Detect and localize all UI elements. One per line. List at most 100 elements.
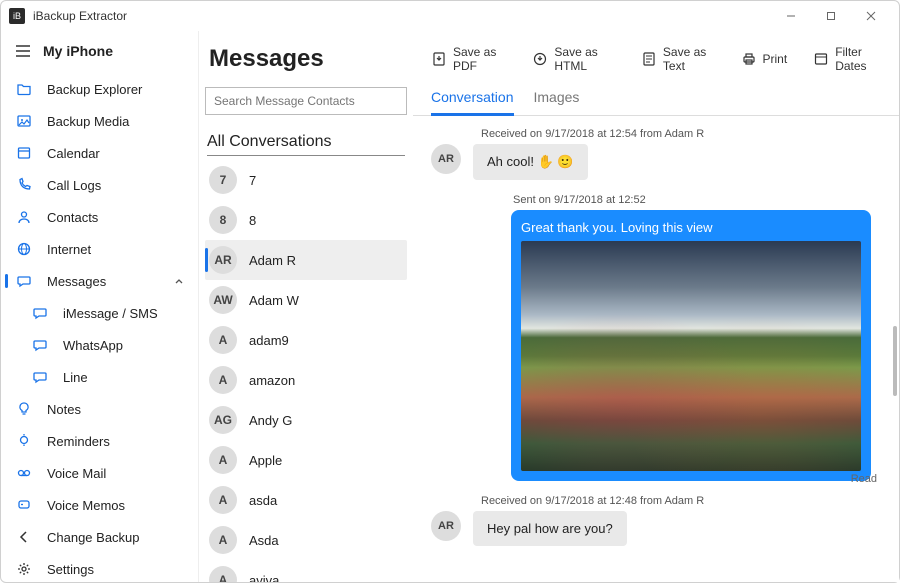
message-meta: Sent on 9/17/2018 at 12:52 [513, 194, 881, 206]
tab-conversation[interactable]: Conversation [431, 89, 514, 116]
sidebar-item-label: Backup Media [47, 114, 129, 129]
message-bubble-received: Ah cool! ✋ 🙂 [473, 144, 588, 180]
avatar: AG [209, 406, 237, 434]
message-image[interactable] [521, 241, 861, 471]
calendar-icon [813, 51, 829, 67]
voicemail-icon [15, 465, 33, 481]
save-text-button[interactable]: Save as Text [635, 41, 721, 77]
save-html-button[interactable]: Save as HTML [526, 41, 620, 77]
app-icon: iB [9, 8, 25, 24]
conversation-name: Adam W [249, 293, 299, 308]
sidebar-subitem-whatsapp[interactable]: WhatsApp [1, 329, 198, 361]
sidebar-item-label: Reminders [47, 434, 110, 449]
conversation-name: 7 [249, 173, 256, 188]
conversation-item[interactable]: ARAdam R [205, 240, 407, 280]
conversation-name: Apple [249, 453, 282, 468]
conversation-item[interactable]: AW Adam W [205, 280, 407, 320]
sidebar-item-calendar[interactable]: Calendar [1, 137, 198, 169]
chat-icon [31, 369, 49, 385]
sidebar-item-messages[interactable]: Messages [1, 265, 198, 297]
conversation-name: adam9 [249, 333, 289, 348]
avatar: AR [431, 144, 461, 174]
conversation-item[interactable]: Aadam9 [205, 320, 407, 360]
conversation-name: Andy G [249, 413, 292, 428]
avatar: A [209, 366, 237, 394]
conversation-item[interactable]: A Asda [205, 520, 407, 560]
sidebar-item-label: Backup Explorer [47, 82, 142, 97]
conversation-item[interactable]: AG Andy G [205, 400, 407, 440]
tab-images[interactable]: Images [534, 89, 580, 115]
sidebar-item-label: Calendar [47, 146, 100, 161]
message-bubble-sent: Great thank you. Loving this view [511, 210, 871, 481]
sidebar-item-backup-media[interactable]: Backup Media [1, 105, 198, 137]
avatar: AR [431, 511, 461, 541]
avatar: A [209, 326, 237, 354]
sidebar-item-contacts[interactable]: Contacts [1, 201, 198, 233]
sidebar: My iPhone Backup Explorer Backup Media Cal… [1, 31, 199, 582]
read-status: Read [431, 473, 877, 485]
gear-icon [15, 561, 33, 577]
conversation-name: 8 [249, 213, 256, 228]
print-button[interactable]: Print [735, 41, 794, 77]
minimize-button[interactable] [771, 2, 811, 30]
message-meta: Received on 9/17/2018 at 12:54 from Adam… [481, 128, 881, 140]
html-icon [532, 51, 548, 67]
conversation-item[interactable]: 88 [205, 200, 407, 240]
text-icon [641, 51, 657, 67]
sidebar-item-settings[interactable]: Settings [1, 553, 198, 582]
conversations-header: All Conversations [207, 133, 405, 156]
avatar: A [209, 526, 237, 554]
sidebar-item-call-logs[interactable]: Call Logs [1, 169, 198, 201]
conversation-item[interactable]: A Apple [205, 440, 407, 480]
sidebar-item-voice-memos[interactable]: Voice Memos [1, 489, 198, 521]
sidebar-item-label: Notes [47, 402, 81, 417]
sidebar-item-label: WhatsApp [63, 338, 123, 353]
person-icon [15, 209, 33, 225]
sidebar-subitem-line[interactable]: Line [1, 361, 198, 393]
back-icon [15, 529, 33, 545]
tabs: Conversation Images [413, 77, 899, 116]
conversation-name: Asda [249, 533, 279, 548]
conversation-name: amazon [249, 373, 295, 388]
message-bubble-received: Hey pal how are you? [473, 511, 627, 546]
sidebar-item-internet[interactable]: Internet [1, 233, 198, 265]
sidebar-item-backup-explorer[interactable]: Backup Explorer [1, 73, 198, 105]
avatar: 8 [209, 206, 237, 234]
filter-dates-button[interactable]: Filter Dates [807, 41, 887, 77]
folder-icon [15, 81, 33, 97]
conversation-name: asda [249, 493, 277, 508]
message-text: Great thank you. Loving this view [521, 220, 861, 235]
conversation-item[interactable]: Aamazon [205, 360, 407, 400]
toolbar: Save as PDF Save as HTML Save as Text Pr… [413, 31, 899, 77]
avatar: A [209, 486, 237, 514]
sidebar-item-voice-mail[interactable]: Voice Mail [1, 457, 198, 489]
conversation-item[interactable]: Aaviva [205, 560, 407, 582]
calendar-icon [15, 145, 33, 161]
sidebar-item-change-backup[interactable]: Change Backup [1, 521, 198, 553]
conversation-item[interactable]: Aasda [205, 480, 407, 520]
search-input[interactable] [205, 87, 407, 115]
sidebar-item-label: Internet [47, 242, 91, 257]
scrollbar[interactable] [893, 326, 897, 396]
conversation-item[interactable]: 77 [205, 160, 407, 200]
conversation-list-column: Messages All Conversations 7788ARAdam RA… [199, 31, 413, 582]
device-name: My iPhone [43, 43, 113, 59]
chat-area[interactable]: Received on 9/17/2018 at 12:54 from Adam… [413, 116, 899, 582]
sidebar-item-notes[interactable]: Notes [1, 393, 198, 425]
conversation-name: aviva [249, 573, 279, 583]
app-title: iBackup Extractor [33, 9, 127, 23]
sidebar-subitem-imessage-sms[interactable]: iMessage / SMS [1, 297, 198, 329]
bulb2-icon [15, 433, 33, 449]
hamburger-icon[interactable] [15, 44, 31, 58]
avatar: A [209, 446, 237, 474]
sidebar-item-reminders[interactable]: Reminders [1, 425, 198, 457]
chevron-up-icon [174, 276, 184, 286]
main-panel: Save as PDF Save as HTML Save as Text Pr… [413, 31, 899, 582]
maximize-button[interactable] [811, 2, 851, 30]
sidebar-item-label: Call Logs [47, 178, 101, 193]
close-button[interactable] [851, 2, 891, 30]
avatar: AW [209, 286, 237, 314]
sidebar-item-label: Voice Mail [47, 466, 106, 481]
chat-icon [31, 305, 49, 321]
save-pdf-button[interactable]: Save as PDF [425, 41, 512, 77]
